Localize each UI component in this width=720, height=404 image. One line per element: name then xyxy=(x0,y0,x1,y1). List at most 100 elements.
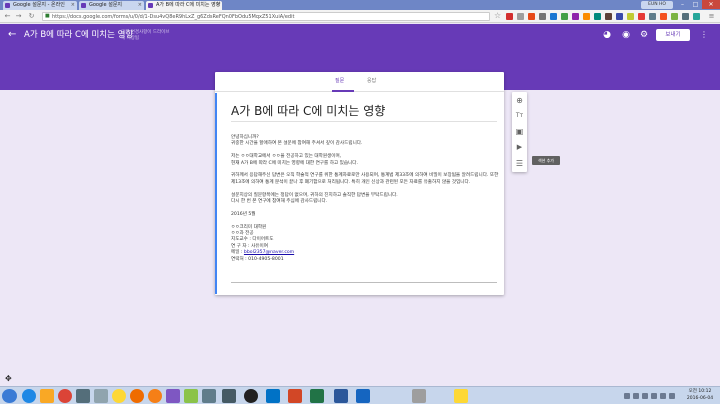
forms-favicon-icon xyxy=(81,3,86,8)
close-tab-icon[interactable]: × xyxy=(216,1,220,10)
media-icon[interactable] xyxy=(76,389,90,403)
profile-chip[interactable]: EUN HO xyxy=(641,1,673,9)
form-description-field[interactable]: 안녕하십니까? 귀중한 시간을 할애하여 본 설문에 참여해 주셔서 깊이 감사… xyxy=(231,135,499,263)
extension-icon[interactable] xyxy=(627,13,634,20)
extension-icon[interactable] xyxy=(528,13,535,20)
forms-favicon-icon xyxy=(148,3,153,8)
extension-icon[interactable] xyxy=(660,13,667,20)
taskbar: 오전 10:12 2016-06-04 xyxy=(0,386,720,404)
extension-icon[interactable] xyxy=(671,13,678,20)
extension-icon[interactable] xyxy=(649,13,656,20)
image-icon[interactable]: ▣ xyxy=(514,126,525,137)
system-tray xyxy=(624,391,675,401)
tray-icon[interactable] xyxy=(633,393,639,399)
browser-tab-label: Google 설문지 xyxy=(89,2,123,8)
tab-questions[interactable]: 질문 xyxy=(335,77,344,85)
chrome-icon[interactable] xyxy=(58,389,72,403)
clock-date: 2016-06-04 xyxy=(686,396,714,401)
app-icon[interactable] xyxy=(222,389,236,403)
forward-icon[interactable]: → xyxy=(14,12,23,21)
maximize-button[interactable]: □ xyxy=(689,0,702,9)
description-underline xyxy=(231,282,497,283)
extension-icon[interactable] xyxy=(561,13,568,20)
word-icon[interactable] xyxy=(334,389,348,403)
app-icon[interactable] xyxy=(130,389,144,403)
close-tab-icon[interactable]: × xyxy=(71,1,75,10)
tray-icon[interactable] xyxy=(651,393,657,399)
browser-tab-label: Google 설문지 - 온라인 xyxy=(13,2,65,8)
extension-icon[interactable] xyxy=(693,13,700,20)
browser-tab-label: A가 B에 따라 C에 미치는 영향 xyxy=(156,2,221,8)
video-icon[interactable]: ▶ xyxy=(514,142,525,153)
kakao-icon[interactable] xyxy=(112,389,126,403)
folder-icon[interactable] xyxy=(40,389,54,403)
browser-tab-active[interactable]: A가 B에 따라 C에 미치는 영향 × xyxy=(146,1,222,10)
kakaotalk-icon[interactable] xyxy=(454,389,468,403)
extension-icon[interactable] xyxy=(594,13,601,20)
tray-icon[interactable] xyxy=(624,393,630,399)
minimize-button[interactable]: – xyxy=(676,0,689,9)
clock[interactable]: 오전 10:12 2016-06-04 xyxy=(682,388,718,402)
network-icon[interactable] xyxy=(669,393,675,399)
extension-icon[interactable] xyxy=(616,13,623,20)
tab-responses[interactable]: 응답 xyxy=(367,77,376,85)
notes-icon[interactable] xyxy=(412,389,426,403)
star-icon[interactable]: ☆ xyxy=(494,11,501,21)
extension-icon[interactable] xyxy=(539,13,546,20)
browser-toolbar: ← → ↻ ■ https://docs.google.com/forms/u/… xyxy=(0,10,720,23)
browser-tab-strip: Google 설문지 - 온라인 × Google 설문지 × A가 B에 따라… xyxy=(0,0,720,10)
close-window-button[interactable]: ✕ xyxy=(702,0,720,9)
browser-tab[interactable]: Google 설문지 × xyxy=(79,1,144,10)
side-toolbar: ⊕ Tт ▣ ▶ ☰ xyxy=(512,92,527,172)
title-section[interactable]: A가 B에 따라 C에 미치는 영향 안녕하십니까? 귀중한 시간을 할애하여 … xyxy=(215,93,504,294)
tray-icon[interactable] xyxy=(642,393,648,399)
add-circle-icon[interactable]: ⊕ xyxy=(514,95,525,106)
save-status: 모든 변경사항이 드라이브에 저장됨 xyxy=(121,30,170,41)
start-button[interactable] xyxy=(2,389,17,403)
reload-icon[interactable]: ↻ xyxy=(27,12,36,21)
arrow-back-icon[interactable]: ← xyxy=(8,29,16,41)
extension-icon[interactable] xyxy=(605,13,612,20)
form-card: 질문 응답 A가 B에 따라 C에 미치는 영향 안녕하십니까? 귀중한 시간을… xyxy=(215,72,504,295)
camera-icon[interactable] xyxy=(244,389,258,403)
app-icon[interactable] xyxy=(166,389,180,403)
app-icon[interactable] xyxy=(148,389,162,403)
forms-favicon-icon xyxy=(5,3,10,8)
section-icon[interactable]: ☰ xyxy=(514,158,525,169)
extension-icon[interactable] xyxy=(506,13,513,20)
title-text-icon[interactable]: Tт xyxy=(514,110,525,121)
extension-icon[interactable] xyxy=(638,13,645,20)
back-icon[interactable]: ← xyxy=(3,12,12,21)
more-vert-icon[interactable]: ⋮ xyxy=(700,29,708,41)
description-date: 2016년 5월 xyxy=(231,211,256,217)
volume-icon[interactable] xyxy=(660,393,666,399)
hangul-icon[interactable] xyxy=(356,389,370,403)
address-bar[interactable]: ■ https://docs.google.com/forms/u/0/d/1-… xyxy=(42,12,490,21)
close-tab-icon[interactable]: × xyxy=(138,1,142,10)
extension-icon[interactable] xyxy=(550,13,557,20)
browser-tab[interactable]: Google 설문지 - 온라인 × xyxy=(3,1,77,10)
add-section-tooltip: 섹션 추가 xyxy=(532,156,560,165)
powerpoint-icon[interactable] xyxy=(288,389,302,403)
excel-icon[interactable] xyxy=(310,389,324,403)
extension-icon[interactable] xyxy=(517,13,524,20)
extension-icon[interactable] xyxy=(682,13,689,20)
header-form-title[interactable]: A가 B에 따라 C에 미치는 영향 xyxy=(24,29,133,41)
ie-icon[interactable] xyxy=(22,389,36,403)
settings-gear-icon[interactable]: ⚙ xyxy=(639,30,649,40)
contact-line: 연락처 : 010-4905-8001 xyxy=(231,256,284,262)
email-label: 메일 : xyxy=(231,250,244,256)
email-link[interactable]: bbol2357@naver.com xyxy=(244,250,294,255)
preview-eye-icon[interactable]: ◉ xyxy=(621,30,631,40)
extension-icon[interactable] xyxy=(572,13,579,20)
form-title-field[interactable]: A가 B에 따라 C에 미치는 영향 xyxy=(231,103,385,119)
chrome-menu-icon[interactable]: ≡ xyxy=(707,12,716,21)
active-tab-indicator xyxy=(332,90,354,92)
app-icon[interactable] xyxy=(184,389,198,403)
app-icon[interactable] xyxy=(202,389,216,403)
outlook-icon[interactable] xyxy=(266,389,280,403)
palette-icon[interactable]: ◕ xyxy=(602,30,612,40)
send-button[interactable]: 보내기 xyxy=(656,29,690,41)
paint-icon[interactable] xyxy=(94,389,108,403)
extension-icon[interactable] xyxy=(583,13,590,20)
